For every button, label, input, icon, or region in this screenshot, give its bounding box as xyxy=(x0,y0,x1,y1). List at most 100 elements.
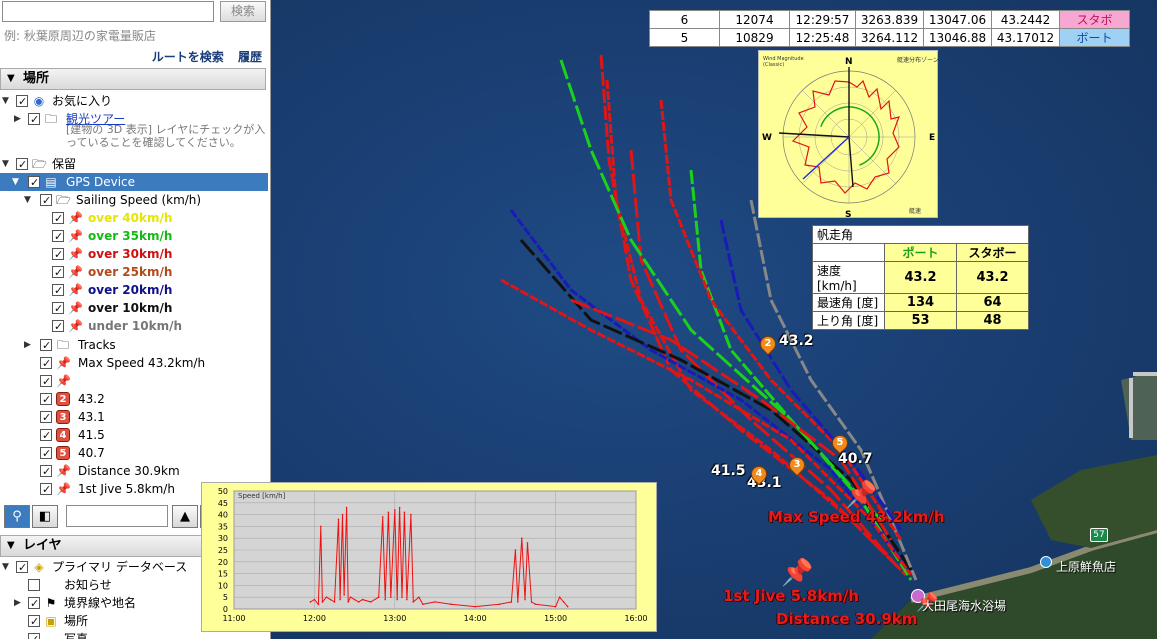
places-filter-input[interactable] xyxy=(66,505,168,527)
checkbox[interactable] xyxy=(40,427,52,445)
checkbox[interactable] xyxy=(40,409,52,427)
tree-item-under-10[interactable]: 📌 under 10km/h xyxy=(0,317,268,336)
checkbox[interactable] xyxy=(40,481,52,499)
checkbox[interactable] xyxy=(52,246,64,264)
search-mode-button[interactable]: ⚲ xyxy=(4,505,30,528)
tree-item-over-40[interactable]: 📌 over 40km/h xyxy=(0,209,268,228)
tree-item-unnamed-pin[interactable]: 📌 xyxy=(0,372,268,391)
folder-open-icon: 🗁 xyxy=(56,193,71,207)
checkbox[interactable] xyxy=(28,579,40,591)
places-panel-header[interactable]: ▼ 場所 xyxy=(0,68,266,90)
checkbox[interactable] xyxy=(52,282,64,300)
search-input[interactable] xyxy=(2,1,214,22)
first-jive-pushpin-icon[interactable]: 📌 xyxy=(781,558,813,588)
flag-icon: ⚑ xyxy=(45,596,57,610)
tree-item-pending[interactable]: ▼ 🗁 保留 xyxy=(0,155,268,174)
checkbox[interactable] xyxy=(28,631,40,639)
chart-x-tick-label: 14:00 xyxy=(464,614,487,623)
chart-point xyxy=(347,601,349,603)
tree-item-over-10[interactable]: 📌 over 10km/h xyxy=(0,299,268,318)
expand-icon[interactable]: ▶ xyxy=(14,110,21,128)
chart-point xyxy=(412,601,415,603)
chart-point xyxy=(534,603,537,606)
tree-item-over-25[interactable]: 📌 over 25km/h xyxy=(0,263,268,282)
tree-item-point-5[interactable]: 5 40.7 xyxy=(0,444,268,463)
arrow-up-icon: ▲ xyxy=(180,509,190,524)
history-link[interactable]: 履歴 xyxy=(238,50,262,64)
max-speed-pushpin-icon[interactable]: 📌 xyxy=(845,480,877,510)
collapse-icon[interactable]: ▼ xyxy=(2,92,9,110)
tree-item-max-speed[interactable]: 📌 Max Speed 43.2km/h xyxy=(0,354,268,373)
checkbox[interactable] xyxy=(52,228,64,246)
expand-icon[interactable]: ▶ xyxy=(24,336,31,354)
polar-south: S xyxy=(845,210,851,219)
marker-number: 4 xyxy=(755,468,763,479)
checkbox[interactable] xyxy=(40,355,52,373)
tree-item-tracks[interactable]: ▶ 🗀 Tracks xyxy=(0,336,268,355)
tree-item-over-30[interactable]: 📌 over 30km/h xyxy=(0,245,268,264)
tree-item-label: Tracks xyxy=(78,338,116,352)
collapse-icon[interactable]: ▼ xyxy=(24,191,31,209)
tree-item-sailing-speed[interactable]: ▼ 🗁 Sailing Speed (km/h) xyxy=(0,191,268,210)
tree-item-gps-device[interactable]: ▼ ▤ GPS Device xyxy=(0,173,268,192)
map-label-40-7: 40.7 xyxy=(838,451,873,467)
polar-header: 艇速分布ゾーン xyxy=(897,56,939,64)
collapse-icon[interactable]: ▼ xyxy=(2,558,9,576)
checkbox[interactable] xyxy=(40,337,52,355)
tree-item-over-20[interactable]: 📌 over 20km/h xyxy=(0,281,268,300)
checkbox[interactable] xyxy=(16,93,28,111)
tree-item-label: 40.7 xyxy=(78,446,105,460)
search-button[interactable]: 検索 xyxy=(220,1,266,22)
map-label-max-speed: Max Speed 43.2km/h xyxy=(768,508,945,526)
checkbox[interactable] xyxy=(28,613,40,631)
chart-x-tick-label: 12:00 xyxy=(303,614,326,623)
tree-item-distance[interactable]: 📌 Distance 30.9km xyxy=(0,462,268,481)
tree-item-label: over 20km/h xyxy=(88,283,173,297)
search-hint: 例: 秋葉原周辺の家電量販店 xyxy=(4,29,156,43)
checkbox[interactable] xyxy=(16,156,28,174)
checkbox[interactable] xyxy=(28,174,40,192)
checkbox[interactable] xyxy=(40,192,52,210)
tree-item-label: 43.2 xyxy=(78,392,105,406)
shop-poi-icon[interactable] xyxy=(1040,556,1052,568)
checkbox[interactable] xyxy=(52,300,64,318)
checkbox[interactable] xyxy=(40,373,52,391)
checkbox[interactable] xyxy=(52,210,64,228)
move-up-button[interactable]: ▲ xyxy=(172,505,198,528)
tree-item-point-4[interactable]: 4 41.5 xyxy=(0,426,268,445)
route-search-link[interactable]: ルートを検索 xyxy=(152,50,224,64)
tree-item-over-35[interactable]: 📌 over 35km/h xyxy=(0,227,268,246)
checkbox[interactable] xyxy=(52,264,64,282)
checkbox[interactable] xyxy=(28,595,40,613)
table-cell: ボート xyxy=(1059,28,1130,47)
chart-point xyxy=(313,598,316,601)
marker-number: 5 xyxy=(836,437,844,448)
checkbox[interactable] xyxy=(52,318,64,336)
chart-point xyxy=(389,596,392,598)
marker-number: 2 xyxy=(764,338,772,349)
tree-item-favorites[interactable]: ▼ ◉ お気に入り xyxy=(0,92,268,111)
table-row-label: 上り角 [度] xyxy=(812,311,885,330)
collapse-icon: ▼ xyxy=(7,73,15,84)
chart-point xyxy=(361,598,364,601)
number-badge-icon: 4 xyxy=(56,428,70,442)
checkbox[interactable] xyxy=(28,111,40,129)
chart-y-tick-label: 5 xyxy=(223,593,228,602)
tree-item-point-3[interactable]: 3 43.1 xyxy=(0,408,268,427)
chart-y-tick-label: 25 xyxy=(218,546,228,555)
checkbox[interactable] xyxy=(40,445,52,463)
table-cell: 3264.112 xyxy=(855,28,924,47)
tree-item-point-2[interactable]: 2 43.2 xyxy=(0,390,268,409)
collapse-icon[interactable]: ▼ xyxy=(12,173,19,191)
table-cell: スタボ xyxy=(1059,10,1130,29)
folder-open-icon: 🗁 xyxy=(32,157,47,171)
checkbox[interactable] xyxy=(40,463,52,481)
collapse-icon[interactable]: ▼ xyxy=(2,155,9,173)
pushpin-icon: 📌 xyxy=(68,301,83,315)
tree-item-label: Distance 30.9km xyxy=(78,464,180,478)
table-row: 上り角 [度] 53 48 xyxy=(812,311,1029,330)
panel-toggle-button[interactable]: ◧ xyxy=(32,505,58,528)
expand-icon[interactable]: ▶ xyxy=(14,594,21,612)
checkbox[interactable] xyxy=(16,559,28,577)
checkbox[interactable] xyxy=(40,391,52,409)
